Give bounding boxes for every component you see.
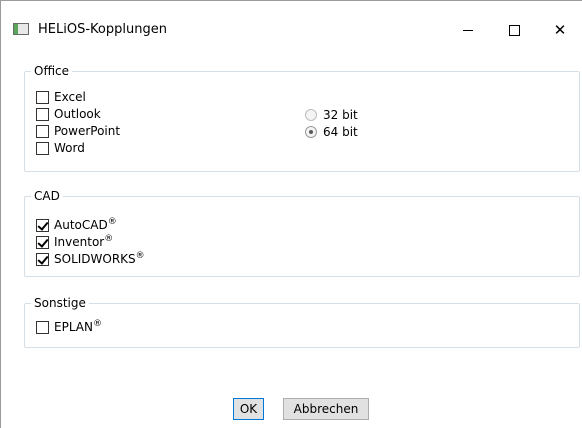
app-icon (13, 23, 29, 35)
eplan-label: EPLAN® (54, 319, 102, 335)
radio-32bit-label: 32 bit (323, 108, 358, 122)
office-item-outlook[interactable]: Outlook (36, 106, 101, 122)
inventor-label: Inventor® (54, 234, 114, 250)
autocad-registered-mark: ® (107, 217, 117, 227)
word-label: Word (54, 141, 85, 155)
excel-label: Excel (54, 90, 86, 104)
powerpoint-label: PowerPoint (54, 124, 121, 138)
office-item-excel[interactable]: Excel (36, 89, 86, 105)
minimize-icon (463, 29, 473, 31)
autocad-label: AutoCAD® (54, 217, 117, 233)
radio-64bit[interactable] (305, 126, 317, 138)
cad-item-solidworks[interactable]: SOLIDWORKS® (36, 251, 145, 267)
autocad-checkbox[interactable] (36, 218, 49, 232)
eplan-checkbox[interactable] (36, 320, 49, 334)
window-title: HELiOS-Kopplungen (38, 22, 167, 37)
close-icon: ✕ (553, 21, 567, 39)
radio-64bit-label: 64 bit (323, 125, 358, 139)
radio-32bit[interactable] (305, 109, 317, 121)
close-button[interactable]: ✕ (537, 15, 582, 45)
inventor-registered-mark: ® (104, 234, 114, 244)
outlook-checkbox[interactable] (36, 107, 49, 121)
word-checkbox[interactable] (36, 141, 49, 155)
window-border-left (0, 0, 1, 428)
office-group-title: Office (31, 63, 73, 79)
minimize-button[interactable] (445, 15, 491, 45)
solidworks-checkbox[interactable] (36, 252, 49, 266)
other-item-eplan[interactable]: EPLAN® (36, 319, 102, 335)
cancel-button[interactable]: Abbrechen (283, 398, 369, 420)
cad-group: CAD AutoCAD® Inventor® SOLIDWORKS® (24, 188, 580, 277)
office-item-powerpoint[interactable]: PowerPoint (36, 123, 120, 139)
excel-checkbox[interactable] (36, 90, 49, 104)
bitness-option-64[interactable]: 64 bit (305, 124, 358, 140)
cad-item-inventor[interactable]: Inventor® (36, 234, 113, 250)
dialog-window: HELiOS-Kopplungen ✕ Office Excel Outlook… (0, 0, 582, 428)
powerpoint-checkbox[interactable] (36, 124, 49, 138)
maximize-button[interactable] (491, 15, 537, 45)
title-bar[interactable]: HELiOS-Kopplungen ✕ (1, 1, 582, 39)
outlook-label: Outlook (54, 107, 101, 121)
ok-button[interactable]: OK (233, 398, 264, 420)
other-group: Sonstige EPLAN® (24, 295, 580, 348)
cad-group-title: CAD (31, 188, 63, 204)
solidworks-label: SOLIDWORKS® (54, 251, 145, 267)
bitness-option-32[interactable]: 32 bit (305, 107, 358, 123)
solidworks-registered-mark: ® (135, 251, 145, 261)
office-group: Office Excel Outlook PowerPoint Word 32 … (24, 63, 580, 172)
cad-item-autocad[interactable]: AutoCAD® (36, 217, 117, 233)
eplan-registered-mark: ® (92, 319, 102, 329)
office-item-word[interactable]: Word (36, 140, 85, 156)
other-group-title: Sonstige (31, 295, 89, 311)
inventor-checkbox[interactable] (36, 235, 49, 249)
maximize-icon (508, 24, 520, 36)
